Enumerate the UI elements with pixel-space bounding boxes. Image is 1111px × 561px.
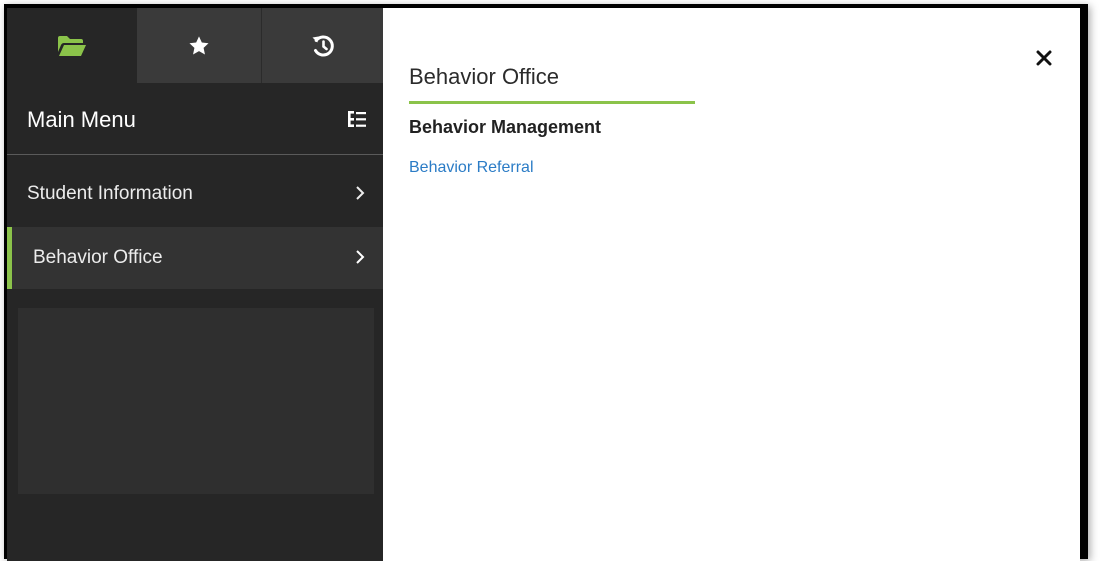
chevron-right-icon: [356, 186, 365, 200]
sidebar-empty-panel: [18, 308, 374, 494]
main-menu-title: Main Menu: [27, 107, 136, 132]
tab-menu[interactable]: [7, 8, 137, 83]
sidebar-item-label: Behavior Office: [33, 247, 163, 268]
star-icon: [189, 35, 209, 55]
section-heading: Behavior Management: [409, 117, 602, 137]
tab-recent[interactable]: [262, 8, 383, 83]
sidebar-item-behavior-office[interactable]: Behavior Office: [7, 227, 383, 289]
sidebar-item-label: Student Information: [27, 183, 193, 204]
sidebar-tabs: [7, 8, 383, 83]
folder-open-icon: [58, 35, 86, 56]
behavior-referral-link[interactable]: Behavior Referral: [409, 159, 534, 177]
sidebar-item-student-information[interactable]: Student Information: [7, 163, 383, 225]
tab-favorites[interactable]: [137, 8, 262, 83]
list-tree-icon[interactable]: [347, 109, 367, 129]
sidebar: Main Menu Student Information Behavior O…: [7, 8, 383, 561]
content-panel: Behavior Office Behavior Management Beha…: [383, 8, 1080, 561]
history-icon: [312, 35, 334, 57]
chevron-right-icon: [356, 250, 365, 264]
page-title: Behavior Office: [409, 64, 560, 89]
close-icon[interactable]: [1036, 50, 1052, 66]
title-underline: [409, 101, 695, 104]
main-menu-header: Main Menu: [7, 83, 383, 155]
